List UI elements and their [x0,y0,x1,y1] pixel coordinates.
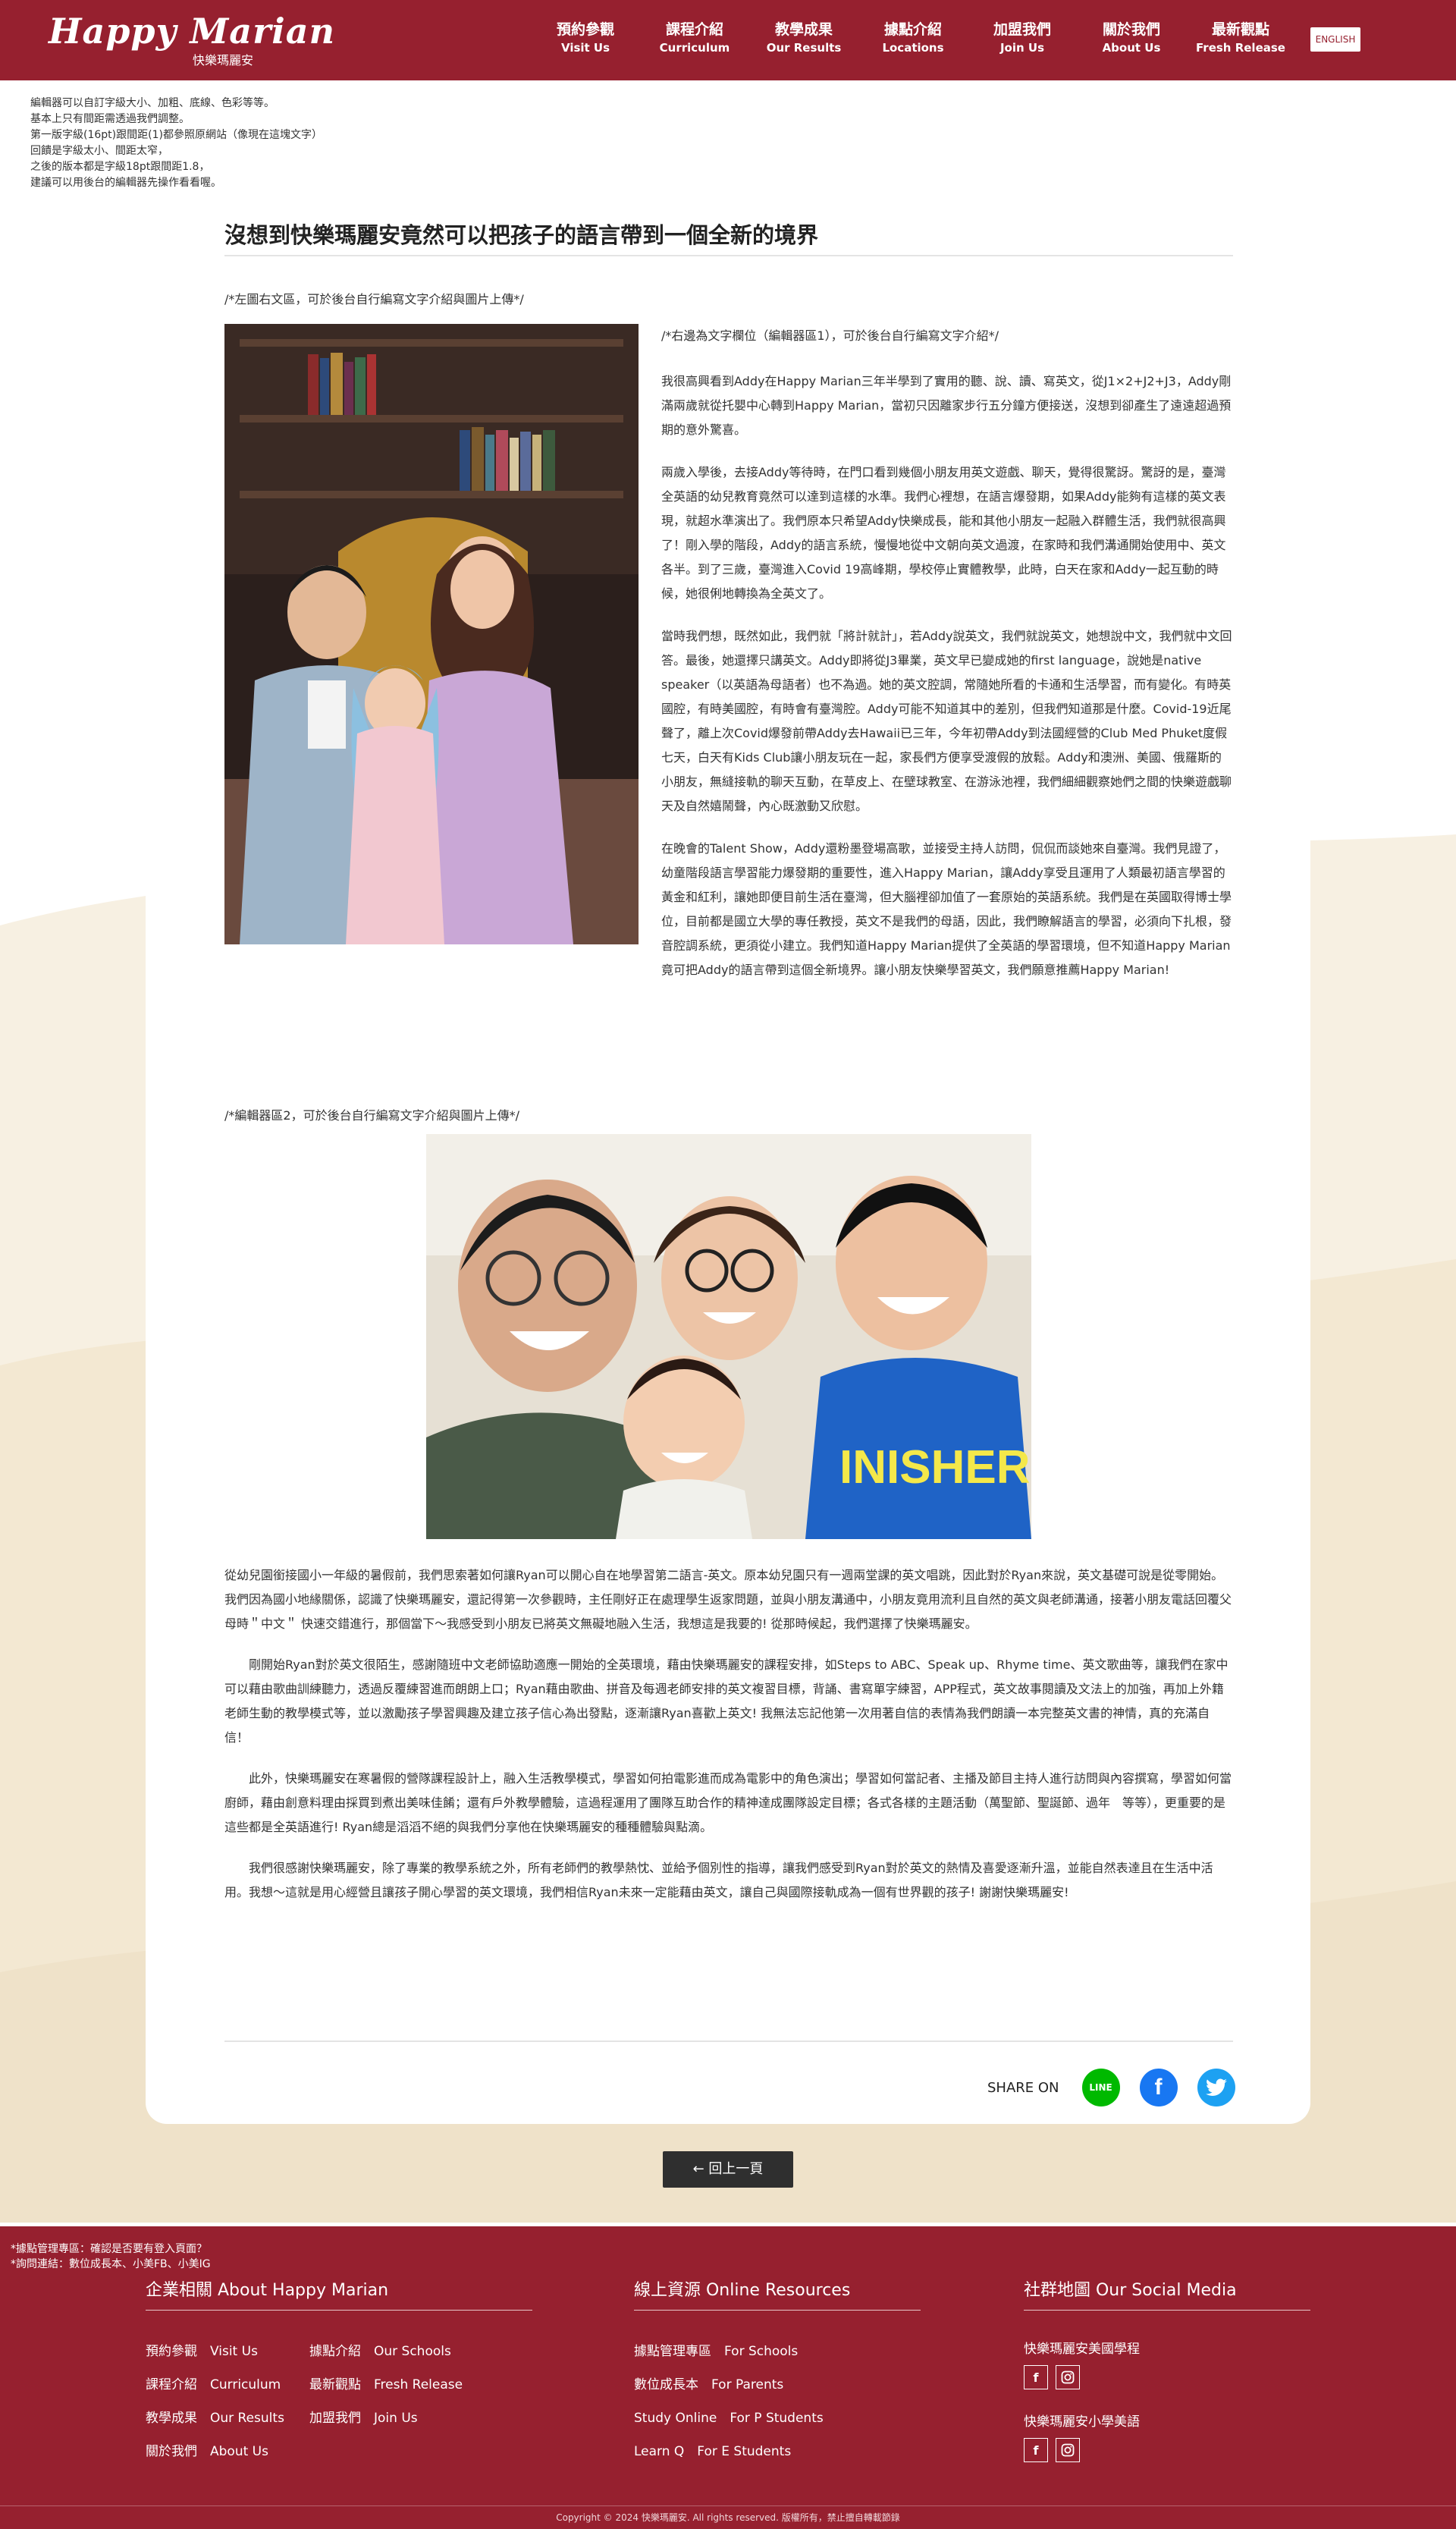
instagram-glyph [1061,2443,1075,2457]
footer-link[interactable]: Learn Q For E Students [634,2435,921,2468]
footer-heading: 企業相關 About Happy Marian [146,2279,532,2311]
editor-area-2: 從幼兒園銜接國小一年級的暑假前，我們思索著如何讓Ryan可以開心自在地學習第二語… [224,1563,1233,1921]
footer-link[interactable]: 數位成長本 For Parents [634,2368,921,2402]
article-paragraph: 剛開始Ryan對於英文很陌生，感謝隨班中文老師協助適應一開始的全英環境，藉由快樂… [224,1657,1228,1745]
footer-link[interactable]: 加盟我們 Join Us [309,2402,418,2435]
share-label: SHARE ON [987,2079,1059,2096]
family-photo-addy [224,324,639,944]
article-card: 沒想到快樂瑪麗安竟然可以把孩子的語言帶到一個全新的境界 /*左圖右文區，可於後台… [146,156,1310,2124]
line-icon[interactable]: LINE [1081,2069,1120,2106]
nav-item-about-us[interactable]: 關於我們 About Us [1077,20,1186,56]
instagram-glyph [1061,2370,1075,2384]
nav-label-zh: 最新觀點 [1211,21,1269,38]
footer-links: 據點管理專區 For Schools 數位成長本 For Parents Stu… [634,2335,921,2468]
nav-label-zh: 預約參觀 [556,21,614,38]
copyright-divider [0,2505,1456,2506]
footer-links: 預約參觀 Visit Us 據點介紹 Our Schools 課程介紹 Curri… [146,2335,532,2468]
nav-label-zh: 據點介紹 [883,21,942,38]
share-bar: SHARE ON LINE f [987,2069,1235,2106]
instagram-icon[interactable] [1056,2365,1080,2389]
nav-label-zh: 關於我們 [1102,21,1160,38]
footer-link[interactable]: 據點介紹 Our Schools [309,2335,451,2368]
site-header: Happy Marian 快樂瑪麗安 預約參觀 Visit Us 課程介紹 Cu… [0,0,1456,80]
footer-column-about: 企業相關 About Happy Marian 預約參觀 Visit Us 據點介… [146,2279,532,2468]
facebook-icon[interactable]: f [1024,2365,1048,2389]
nav-label-en: Fresh Release [1196,41,1285,55]
footer-notes: *據點管理專區：確認是否要有登入頁面？ *詢問連結：數位成長本、小美FB、小美I… [11,2242,211,2272]
article-paragraph: 此外，快樂瑪麗安在寒暑假的營隊課程設計上，融入生活教學模式，學習如何拍電影進而成… [224,1771,1232,1834]
footer-link[interactable]: 據點管理專區 For Schools [634,2335,921,2368]
nav-item-our-results[interactable]: 教學成果 Our Results [749,20,858,56]
footer-column-social: 社群地圖 Our Social Media 快樂瑪麗安美國學程 f 快樂瑪麗安小… [1024,2279,1310,2462]
footer-link[interactable]: 預約參觀 Visit Us [146,2335,309,2368]
nav-label-en: About Us [1102,41,1161,55]
copyright-text: Copyright © 2024 快樂瑪麗安. All rights reser… [556,2512,900,2523]
nav-item-curriculum[interactable]: 課程介紹 Curriculum [640,20,749,56]
right-text-hint: /*右邊為文字欄位（編輯器區1），可於後台自行編寫文字介紹*/ [661,328,999,343]
article-paragraph: 我們很感謝快樂瑪麗安，除了專業的教學系統之外，所有老師們的教學熱忱、並給予個別性… [224,1861,1213,1899]
social-icons: f [1024,2438,1310,2462]
editor-note-line: 編輯器可以自訂字級大小、加粗、底線、色彩等等。 [30,97,275,109]
footer-link[interactable]: 關於我們 About Us [146,2435,309,2468]
editor-notes: 編輯器可以自訂字級大小、加粗、底線、色彩等等。 基本上只有間距需透過我們調整。 … [30,96,322,191]
article-paragraph: 我很高興看到Addy在Happy Marian三年半學到了實用的聽、說、讀、寫英… [661,374,1232,437]
editor-note-line: 第一版字級(16pt)跟間距(1)都參照原網站（像現在這塊文字） [30,129,322,141]
nav-item-locations[interactable]: 據點介紹 Locations [858,20,968,56]
nav-label-zh: 課程介紹 [665,21,723,38]
nav-label-en: Locations [882,41,944,55]
back-button[interactable]: ← 回上一頁 [663,2151,793,2188]
twitter-bird-glyph [1205,2078,1227,2096]
article-paragraph: 在晚會的Talent Show，Addy還粉墨登場高歌，並接受主持人訪問，侃侃而… [661,841,1232,977]
nav-label-en: Our Results [766,41,842,55]
nav-item-join-us[interactable]: 加盟我們 Join Us [968,20,1077,56]
editor2-hint: /*編輯器區2，可於後台自行編寫文字介紹與圖片上傳*/ [224,1108,519,1123]
editor-note-line: 建議可以用後台的編輯器先操作看看喔。 [30,177,221,189]
footer-heading: 社群地圖 Our Social Media [1024,2279,1310,2311]
svg-text:INISHER: INISHER [839,1441,1030,1494]
footer-link[interactable]: 最新觀點 Fresh Release [309,2368,463,2402]
site-logo[interactable]: Happy Marian 快樂瑪麗安 [49,11,336,68]
left-image-hint: /*左圖右文區，可於後台自行編寫文字介紹與圖片上傳*/ [224,292,524,306]
nav-item-fresh-release[interactable]: 最新觀點 Fresh Release [1186,20,1295,56]
twitter-icon[interactable] [1197,2069,1235,2106]
article-paragraph: 從幼兒園銜接國小一年級的暑假前，我們思索著如何讓Ryan可以開心自在地學習第二語… [224,1568,1232,1631]
share-divider [224,2040,1233,2042]
facebook-icon[interactable]: f [1024,2438,1048,2462]
nav-label-en: Join Us [999,41,1045,55]
nav-label-en: Curriculum [659,41,730,55]
nav-item-visit-us[interactable]: 預約參觀 Visit Us [531,20,640,56]
facebook-icon[interactable]: f [1139,2069,1178,2106]
main-nav: 預約參觀 Visit Us 課程介紹 Curriculum 教學成果 Our R… [531,20,1295,56]
site-footer: *據點管理專區：確認是否要有登入頁面？ *詢問連結：數位成長本、小美FB、小美I… [0,2226,1456,2529]
editor-note-line: 之後的版本都是字級18pt跟間距1.8， [30,161,210,173]
footer-note-line: *據點管理專區：確認是否要有登入頁面？ [11,2243,207,2255]
editor-area-1: /*右邊為文字欄位（編輯器區1），可於後台自行編寫文字介紹*/ 我很高興看到Ad… [661,324,1233,1001]
nav-label-en: Visit Us [560,41,610,55]
footer-link[interactable]: 教學成果 Our Results [146,2402,309,2435]
language-toggle-button[interactable]: ENGLISH [1310,27,1360,52]
editor-note-line: 回饋是字級太小、間距太窄， [30,145,168,157]
nav-label-zh: 加盟我們 [993,21,1051,38]
logo-wordmark: Happy Marian [49,11,336,52]
article-paragraph: 當時我們想，既然如此，我們就「將計就計」，若Addy說英文，我們就說英文，她想說… [661,629,1232,813]
nav-label-zh: 教學成果 [774,21,833,38]
title-divider [224,255,1233,256]
instagram-icon[interactable] [1056,2438,1080,2462]
social-icons: f [1024,2365,1310,2389]
footer-column-resources: 線上資源 Online Resources 據點管理專區 For Schools… [634,2279,921,2468]
editor-note-line: 基本上只有間距需透過我們調整。 [30,113,190,125]
social-group-title: 快樂瑪麗安小學美語 [1024,2414,1140,2430]
footer-link[interactable]: Study Online For P Students [634,2402,921,2435]
logo-subtitle: 快樂瑪麗安 [193,53,254,68]
article-paragraph: 兩歲入學後，去接Addy等待時，在門口看到幾個小朋友用英文遊戲、聊天，覺得很驚訝… [661,465,1226,601]
footer-heading: 線上資源 Online Resources [634,2279,921,2311]
family-photo-ryan: INISHER [426,1134,1031,1539]
article-title: 沒想到快樂瑪麗安竟然可以把孩子的語言帶到一個全新的境界 [224,222,819,248]
social-group-title: 快樂瑪麗安美國學程 [1024,2342,1140,2357]
footer-link[interactable]: 課程介紹 Curriculum [146,2368,309,2402]
footer-note-line: *詢問連結：數位成長本、小美FB、小美IG [11,2258,211,2270]
